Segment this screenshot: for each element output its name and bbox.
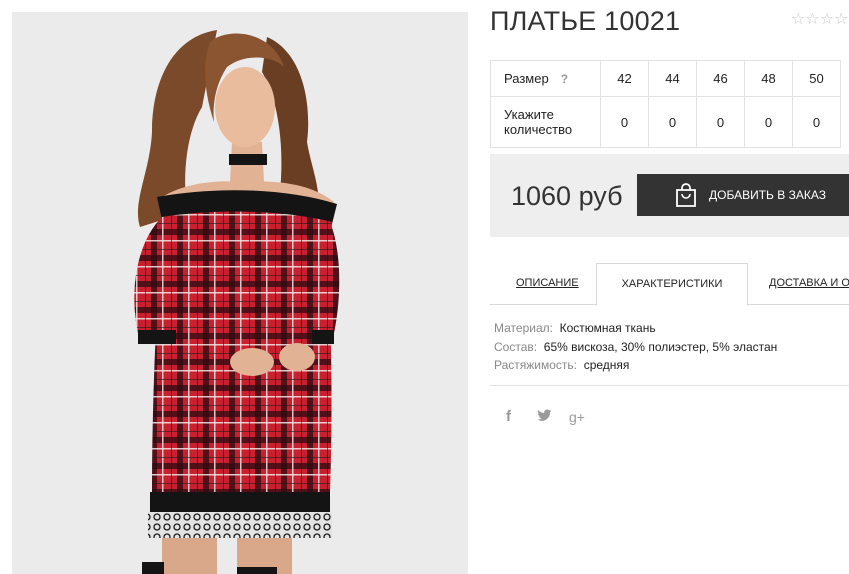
add-to-order-button[interactable]: ДОБАВИТЬ В ЗАКАЗ (637, 174, 849, 216)
googleplus-icon[interactable]: g+ (569, 409, 585, 425)
characteristics-list: Материал: Костюмная ткань Состав: 65% ви… (494, 319, 777, 375)
tab-characteristics[interactable]: ХАРАКТЕРИСТИКИ (596, 263, 748, 306)
size-cell: 42 (600, 60, 649, 97)
size-cell: 50 (792, 60, 841, 97)
size-quantity-table: Размер? 42 44 46 48 50 Укажите количеств… (490, 60, 841, 148)
size-label: Размер (504, 71, 549, 86)
spec-value: 65% вискоза, 30% полиэстер, 5% эластан (543, 339, 778, 354)
rating-star-icons[interactable]: ☆☆☆☆ (791, 10, 848, 30)
purchase-box: 1060 руб ДОБАВИТЬ В ЗАКАЗ (490, 154, 849, 237)
spec-label: Состав: (494, 339, 538, 354)
spec-label: Материал: (494, 321, 553, 335)
quantity-input[interactable]: 0 (696, 96, 745, 148)
product-photo[interactable] (12, 12, 468, 574)
quantity-row-header: Укажите количество (490, 96, 601, 148)
add-to-order-label: ДОБАВИТЬ В ЗАКАЗ (709, 188, 826, 202)
quantity-input[interactable]: 0 (648, 96, 697, 148)
spec-value: Костюмная ткань (559, 321, 656, 335)
quantity-row: Укажите количество 0 0 0 0 0 (490, 96, 841, 148)
spec-row-stretch: Растяжимость: средняя (494, 356, 777, 375)
rating-stars[interactable]: ☆☆☆☆ (791, 10, 848, 30)
size-cell: 44 (648, 60, 697, 97)
quantity-input[interactable]: 0 (744, 96, 793, 148)
spec-value: средняя (583, 358, 630, 372)
product-title: ПЛАТЬЕ 10021 (490, 6, 681, 36)
product-tabs: ОПИСАНИЕ ХАРАКТЕРИСТИКИ ДОСТАВКА И ОПЛАТ… (490, 263, 849, 306)
spec-label: Растяжимость: (494, 358, 578, 372)
size-cell: 46 (696, 60, 745, 97)
quantity-input[interactable]: 0 (600, 96, 649, 148)
spec-row-composition: Состав: 65% вискоза, 30% полиэстер, 5% э… (494, 338, 777, 357)
tab-delivery[interactable]: ДОСТАВКА И ОПЛАТА (769, 277, 849, 289)
twitter-icon[interactable] (537, 409, 552, 426)
size-row-header: Размер? (490, 60, 601, 97)
spec-row-material: Материал: Костюмная ткань (494, 319, 777, 338)
quantity-label-line1: Укажите (504, 107, 554, 122)
shopping-bag-icon (674, 182, 698, 208)
divider (490, 385, 849, 386)
quantity-label-line2: количество (504, 122, 573, 137)
price: 1060 руб (511, 181, 623, 211)
tab-description[interactable]: ОПИСАНИЕ (516, 277, 579, 289)
size-help-icon[interactable]: ? (561, 72, 568, 86)
facebook-icon[interactable]: f (506, 409, 511, 425)
size-cell: 48 (744, 60, 793, 97)
quantity-input[interactable]: 0 (792, 96, 841, 148)
product-photo-image (12, 12, 468, 574)
size-row: Размер? 42 44 46 48 50 (490, 60, 841, 97)
